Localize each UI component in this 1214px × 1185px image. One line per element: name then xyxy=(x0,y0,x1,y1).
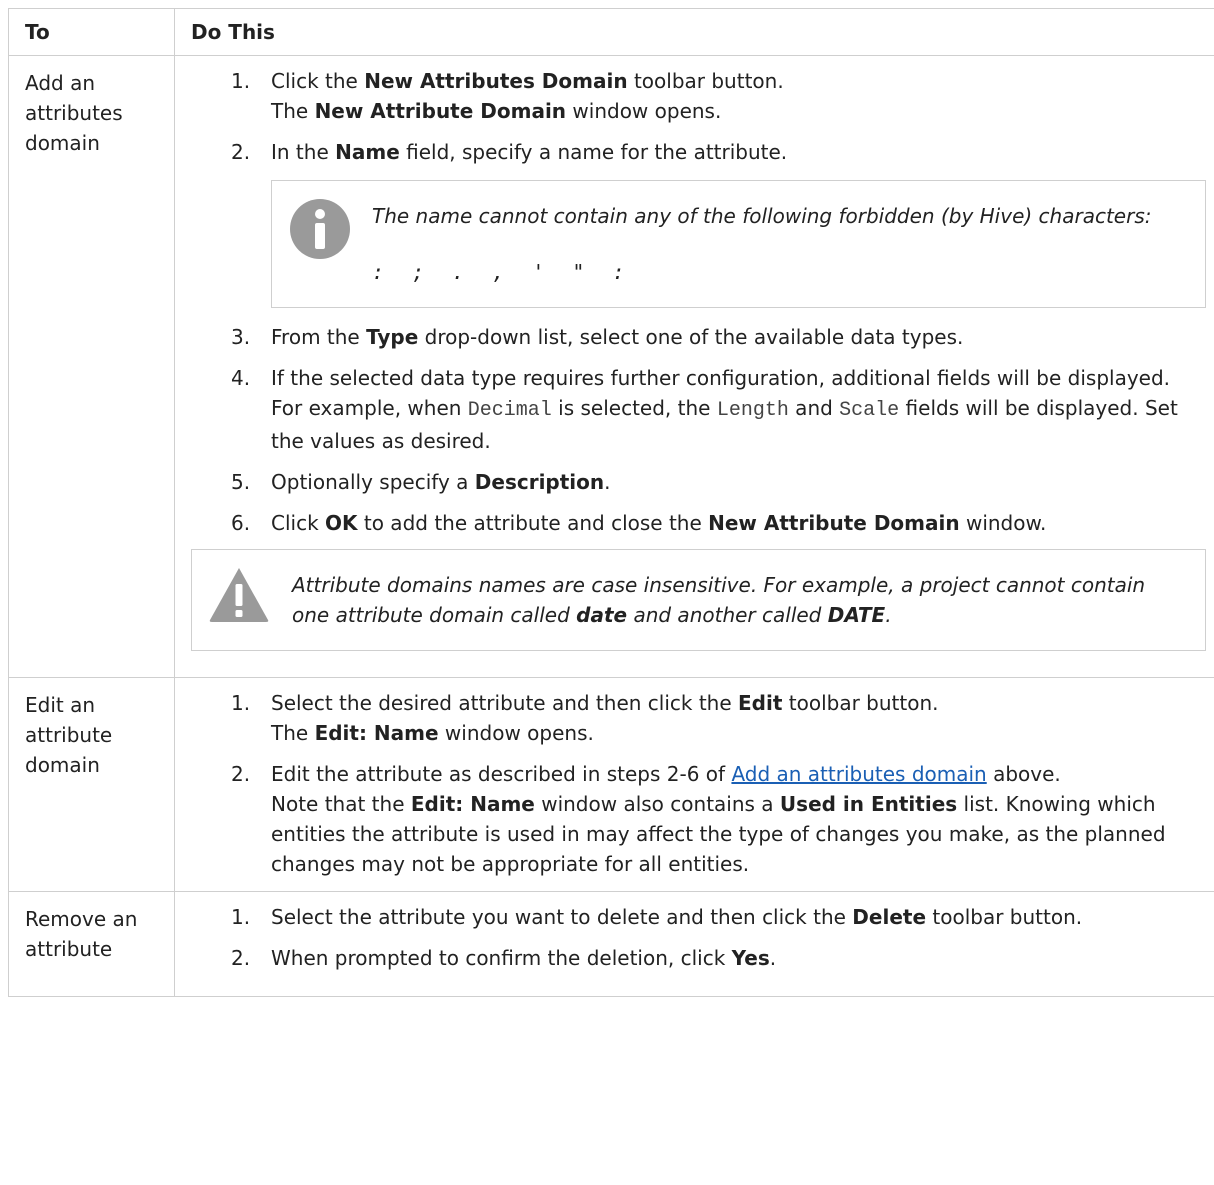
warning-icon xyxy=(208,566,270,624)
ui-term: Name xyxy=(335,140,400,164)
header-to: To xyxy=(8,8,175,56)
ui-term: New Attribute Domain xyxy=(708,511,960,535)
step-text: Optionally specify a xyxy=(271,470,475,494)
step-text: is selected, the xyxy=(551,396,717,420)
step-text: When prompted to confirm the deletion, c… xyxy=(271,946,732,970)
code-term: Length xyxy=(716,399,789,422)
row-steps: 1. Select the attribute you want to dele… xyxy=(174,891,1214,997)
step-text: toolbar button. xyxy=(782,691,939,715)
step-text: Select the desired attribute and then cl… xyxy=(271,691,739,715)
step-text: window opens. xyxy=(438,721,594,745)
step-text: Select the attribute you want to delete … xyxy=(271,905,853,929)
step-item: 1. Select the attribute you want to dele… xyxy=(191,902,1206,932)
note-term: date xyxy=(576,603,628,627)
step-number: 6. xyxy=(231,511,251,535)
step-number: 1. xyxy=(231,905,251,929)
step-text: Edit the attribute as described in steps… xyxy=(271,762,732,786)
step-result: The New Attribute Domain window opens. xyxy=(271,96,1206,126)
step-item: 1. Click the New Attributes Domain toolb… xyxy=(191,66,1206,126)
step-text: toolbar button. xyxy=(627,69,784,93)
step-text: . xyxy=(769,946,777,970)
add-attributes-domain-link[interactable]: Add an attributes domain xyxy=(731,762,986,786)
step-text: The xyxy=(271,99,315,123)
code-term: Scale xyxy=(839,399,900,422)
ui-term: OK xyxy=(325,511,358,535)
step-item: 5. Optionally specify a Description. xyxy=(191,467,1206,497)
note-text: . xyxy=(885,603,892,627)
row-steps: 1. Click the New Attributes Domain toolb… xyxy=(174,55,1214,678)
step-text: Click the xyxy=(271,69,365,93)
step-number: 1. xyxy=(231,69,251,93)
step-item: 2. When prompted to confirm the deletion… xyxy=(191,943,1206,973)
step-list: 1. Select the desired attribute and then… xyxy=(191,688,1206,879)
step-result: The Edit: Name window opens. xyxy=(271,718,1206,748)
step-item: 2. In the Name field, specify a name for… xyxy=(191,137,1206,167)
step-item: 3. From the Type drop-down list, select … xyxy=(191,322,1206,352)
note-text: and another called xyxy=(627,603,828,627)
warning-note: Attribute domains names are case insensi… xyxy=(191,549,1206,651)
ui-term: Edit: Name xyxy=(410,792,535,816)
row-task: Add an attributes domain xyxy=(8,55,175,678)
step-text: toolbar button. xyxy=(926,905,1083,929)
step-number: 3. xyxy=(231,325,251,349)
ui-term: Type xyxy=(366,325,419,349)
row-steps: 1. Select the desired attribute and then… xyxy=(174,677,1214,892)
instructions-table: To Do This Add an attributes domain 1. C… xyxy=(8,8,1214,997)
step-text: window. xyxy=(959,511,1047,535)
step-text: to add the attribute and close the xyxy=(357,511,709,535)
info-icon xyxy=(290,199,350,259)
ui-term: Yes xyxy=(731,946,770,970)
step-text: drop-down list, select one of the availa… xyxy=(418,325,964,349)
header-do-this: Do This xyxy=(174,8,1214,56)
code-term: Decimal xyxy=(467,399,552,422)
step-number: 2. xyxy=(231,140,251,164)
step-list: 1. Click the New Attributes Domain toolb… xyxy=(191,66,1206,167)
ui-term: Edit: Name xyxy=(314,721,439,745)
step-list: 3. From the Type drop-down list, select … xyxy=(191,322,1206,538)
step-text: In the xyxy=(271,140,336,164)
table-row: Add an attributes domain 1. Click the Ne… xyxy=(8,55,1214,678)
step-number: 2. xyxy=(231,946,251,970)
step-item: 4. If the selected data type requires fu… xyxy=(191,363,1206,456)
step-list: 1. Select the attribute you want to dele… xyxy=(191,902,1206,973)
table-row: Edit an attribute domain 1. Select the d… xyxy=(8,677,1214,892)
step-number: 2. xyxy=(231,762,251,786)
step-text: From the xyxy=(271,325,367,349)
info-note: The name cannot contain any of the follo… xyxy=(271,180,1206,308)
ui-term: Used in Entities xyxy=(779,792,958,816)
ui-term: Delete xyxy=(852,905,927,929)
step-text: and xyxy=(788,396,840,420)
note-text: The name cannot contain any of the follo… xyxy=(372,204,1152,228)
ui-term: New Attribute Domain xyxy=(314,99,567,123)
ui-term: Edit xyxy=(738,691,783,715)
row-task: Edit an attribute domain xyxy=(8,677,175,892)
note-term: DATE xyxy=(827,603,886,627)
step-text: window opens. xyxy=(566,99,722,123)
step-number: 5. xyxy=(231,470,251,494)
step-text: . xyxy=(604,470,611,494)
step-text: window also contains a xyxy=(534,792,780,816)
step-item: 2. Edit the attribute as described in st… xyxy=(191,759,1206,879)
step-text: Click xyxy=(271,511,326,535)
step-detail: Note that the Edit: Name window also con… xyxy=(271,789,1206,879)
step-text: field, specify a name for the attribute. xyxy=(399,140,788,164)
header-row: To Do This xyxy=(8,8,1214,56)
step-text: above. xyxy=(986,762,1061,786)
step-number: 4. xyxy=(231,366,251,390)
step-text: The xyxy=(271,721,315,745)
step-text: Note that the xyxy=(271,792,411,816)
forbidden-characters: : ; . , ' " : xyxy=(372,260,633,284)
ui-term: New Attributes Domain xyxy=(364,69,628,93)
step-item: 6. Click OK to add the attribute and clo… xyxy=(191,508,1206,538)
row-task: Remove an attribute xyxy=(8,891,175,997)
ui-term: Description xyxy=(474,470,605,494)
table-row: Remove an attribute 1. Select the attrib… xyxy=(8,891,1214,997)
step-number: 1. xyxy=(231,691,251,715)
step-item: 1. Select the desired attribute and then… xyxy=(191,688,1206,748)
